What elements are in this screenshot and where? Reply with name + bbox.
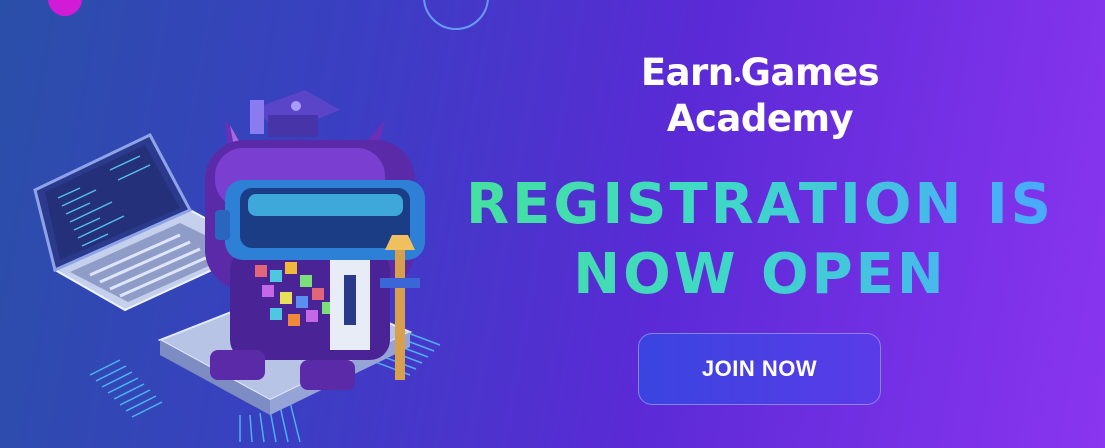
ring-decoration — [423, 0, 489, 30]
pink-orb-decoration — [48, 0, 82, 16]
graduation-cap-icon — [250, 90, 340, 137]
headline: REGISTRATION IS NOW OPEN — [465, 170, 1055, 310]
brand-line-1: Earn Games — [600, 50, 920, 96]
brand-word-earn: Earn — [640, 51, 734, 94]
join-now-button[interactable]: JOIN NOW — [638, 333, 881, 405]
promo-banner: Earn Games Academy REGISTRATION IS NOW OP… — [0, 0, 1105, 448]
mascot-illustration — [33, 90, 441, 443]
brand-word-games: Games — [740, 51, 880, 94]
brand-dot-icon — [734, 77, 740, 82]
brand-line-2: Academy — [666, 97, 854, 140]
headline-line-2: NOW OPEN — [573, 242, 947, 307]
brand-logo: Earn Games Academy — [600, 50, 920, 142]
headline-line-1: REGISTRATION IS — [466, 172, 1054, 237]
